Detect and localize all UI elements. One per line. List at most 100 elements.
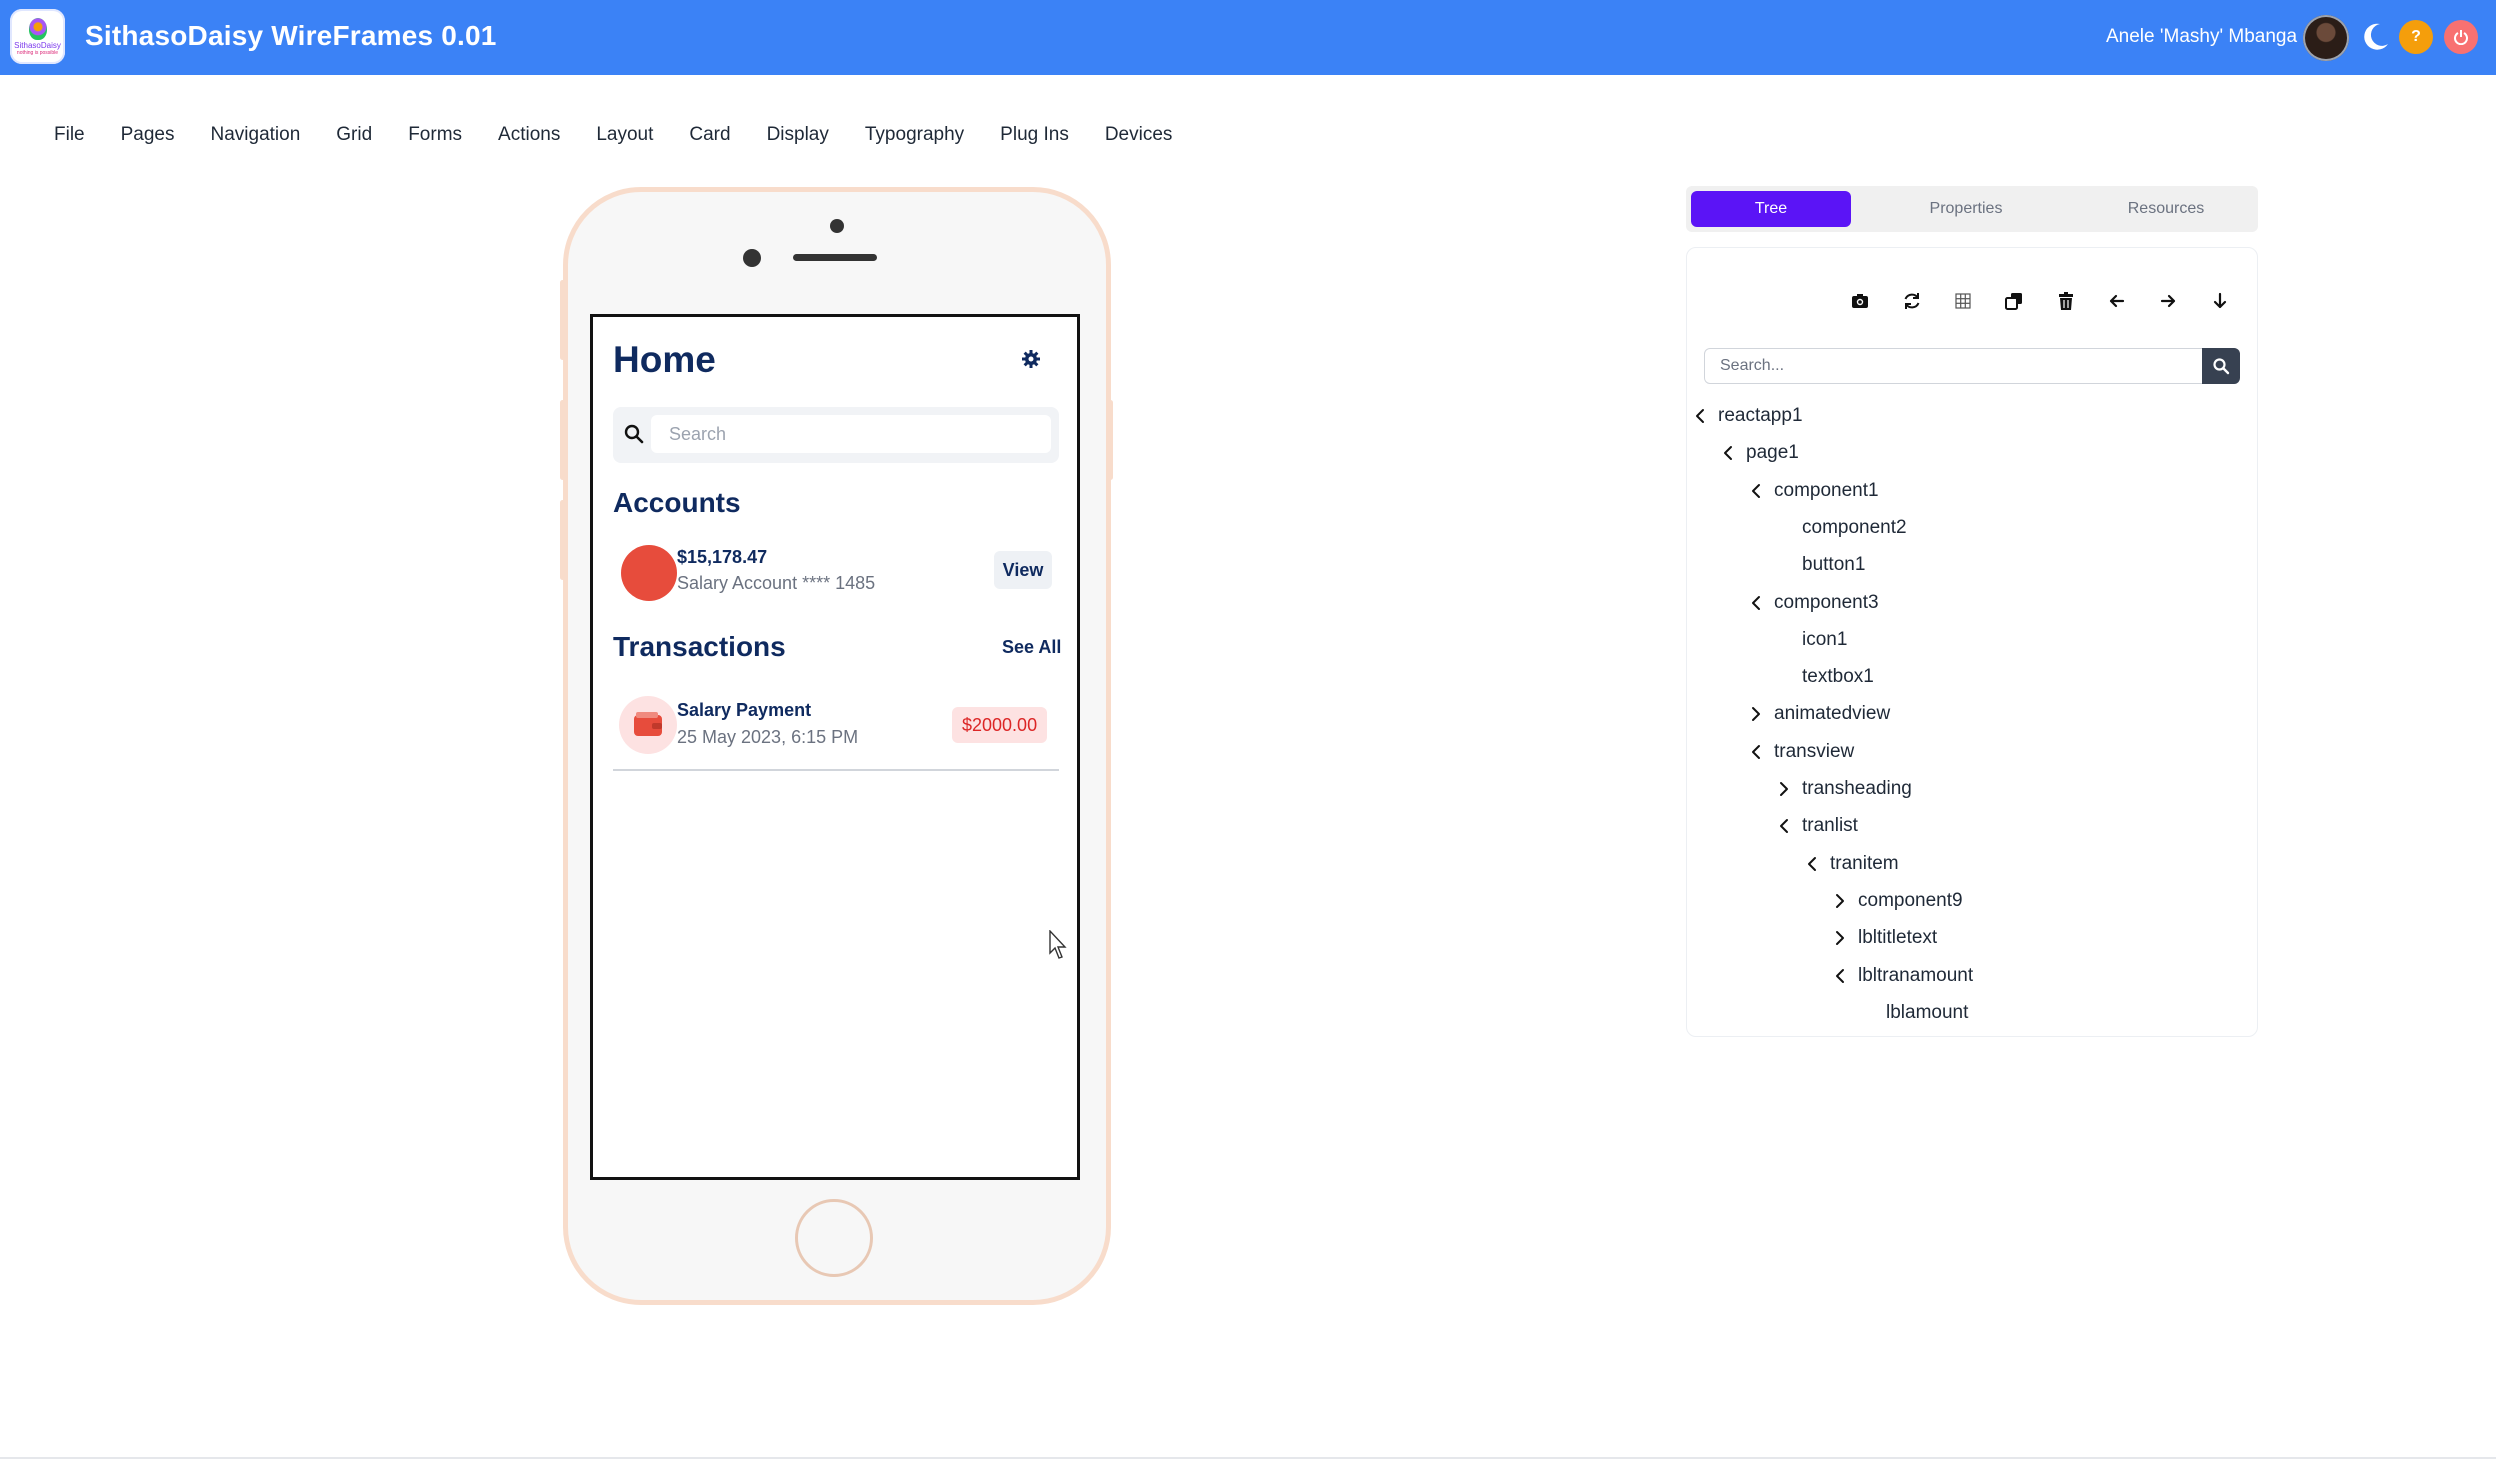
tree-search-button[interactable] [2202, 348, 2240, 384]
chevron-left-icon[interactable] [1774, 816, 1794, 836]
tree-spacer [1774, 667, 1794, 687]
logout-button[interactable] [2444, 20, 2478, 54]
tree-item[interactable]: page1 [1718, 438, 1799, 468]
transaction-title: Salary Payment [677, 700, 812, 720]
logo-tagline: nothing is possible [16, 49, 59, 56]
grid-icon[interactable] [1952, 290, 1974, 312]
tree-item-label: lblamount [1886, 1001, 1969, 1023]
tree-item[interactable]: component1 [1746, 476, 1879, 506]
tree-item[interactable]: textbox1 [1774, 662, 1874, 692]
chevron-left-icon[interactable] [1746, 593, 1766, 613]
tree-item-label: icon1 [1802, 628, 1848, 650]
gear-icon[interactable] [1021, 349, 1041, 369]
tree-spacer [1858, 1003, 1878, 1023]
menu-item-typography[interactable]: Typography [847, 116, 982, 154]
tab-properties[interactable]: Properties [1886, 191, 2046, 227]
arrow-down-icon[interactable] [2209, 290, 2231, 312]
screen-search-input[interactable]: Search [651, 415, 1051, 453]
tree-item[interactable]: lblamount [1858, 998, 1968, 1028]
help-button[interactable]: ? [2399, 20, 2433, 54]
menu-bar: File Pages Navigation Grid Forms Actions… [36, 116, 1190, 154]
trash-icon[interactable] [2055, 290, 2077, 312]
phone-home-button[interactable] [795, 1199, 873, 1277]
divider [613, 769, 1059, 771]
menu-item-layout[interactable]: Layout [578, 116, 671, 154]
tree-item-label: lbltranamount [1858, 964, 1974, 986]
avatar[interactable] [2303, 15, 2349, 61]
tree-item[interactable]: icon1 [1774, 625, 1847, 655]
menu-item-navigation[interactable]: Navigation [193, 116, 319, 154]
chevron-left-icon[interactable] [1718, 443, 1738, 463]
logo-flower-icon [28, 17, 47, 40]
tree-item[interactable]: component9 [1830, 886, 1963, 916]
tab-resources[interactable]: Resources [2086, 191, 2246, 227]
tree-item[interactable]: reactapp1 [1690, 401, 1803, 431]
menu-item-display[interactable]: Display [749, 116, 847, 154]
chevron-left-icon[interactable] [1690, 406, 1710, 426]
arrow-left-icon[interactable] [2106, 290, 2128, 312]
camera-icon[interactable] [1849, 290, 1871, 312]
divider [0, 1457, 2496, 1459]
menu-item-forms[interactable]: Forms [390, 116, 480, 154]
tree-item[interactable]: button1 [1774, 550, 1865, 580]
power-icon [2454, 30, 2468, 45]
tree-item-label: component9 [1858, 889, 1963, 911]
tab-tree[interactable]: Tree [1691, 191, 1851, 227]
menu-item-plugins[interactable]: Plug Ins [982, 116, 1087, 154]
transaction-avatar [619, 696, 677, 754]
tree-item[interactable]: lbltitletext [1830, 923, 1937, 953]
transaction-date: 25 May 2023, 6:15 PM [677, 727, 859, 747]
tree-item[interactable]: lbltranamount [1830, 961, 1973, 991]
tree-item-label: component3 [1774, 591, 1879, 613]
tree-search-input[interactable]: Search... [1704, 348, 2240, 384]
tree-item[interactable]: animatedview [1746, 699, 1890, 729]
menu-item-devices[interactable]: Devices [1087, 116, 1191, 154]
tree-spacer [1774, 518, 1794, 538]
transactions-title: Transactions [613, 631, 786, 662]
tree-item[interactable]: tranlist [1774, 811, 1858, 841]
tree-item[interactable]: tranitem [1802, 849, 1899, 879]
refresh-icon[interactable] [1901, 290, 1923, 312]
chevron-left-icon[interactable] [1802, 854, 1822, 874]
tree-item-label: component2 [1802, 516, 1907, 538]
tree-item[interactable]: component3 [1746, 588, 1879, 618]
chevron-right-icon[interactable] [1830, 891, 1850, 911]
menu-item-pages[interactable]: Pages [103, 116, 193, 154]
menu-item-grid[interactable]: Grid [318, 116, 390, 154]
tree-item[interactable]: transheading [1774, 774, 1912, 804]
chevron-left-icon[interactable] [1746, 742, 1766, 762]
wallet-icon [634, 712, 662, 736]
menu-item-actions[interactable]: Actions [480, 116, 578, 154]
moon-icon[interactable] [2358, 20, 2392, 54]
screen-title: Home [613, 339, 716, 380]
phone-side-button [560, 500, 565, 580]
tree-spacer [1774, 555, 1794, 575]
app-logo[interactable]: SithasoDaisy nothing is possible [10, 9, 65, 64]
accounts-title: Accounts [613, 487, 741, 518]
copy-icon[interactable] [2003, 290, 2025, 312]
see-all-link[interactable]: See All [1002, 637, 1061, 658]
chevron-right-icon[interactable] [1746, 704, 1766, 724]
logo-text: SithasoDaisy [14, 40, 61, 50]
app-title: SithasoDaisy WireFrames 0.01 [85, 20, 497, 51]
chevron-left-icon[interactable] [1746, 481, 1766, 501]
chevron-right-icon[interactable] [1774, 779, 1794, 799]
chevron-right-icon[interactable] [1830, 928, 1850, 948]
tree-item[interactable]: transview [1746, 737, 1854, 767]
tree-item-label: transview [1774, 740, 1855, 762]
chevron-left-icon[interactable] [1830, 966, 1850, 986]
view-button[interactable]: View [994, 551, 1052, 589]
menu-item-card[interactable]: Card [671, 116, 748, 154]
phone-speaker [793, 254, 877, 261]
menu-item-file[interactable]: File [36, 116, 103, 154]
account-subtitle: Salary Account **** 1485 [677, 573, 876, 593]
screen-search-bar: Search [613, 407, 1059, 463]
tree-item-label: transheading [1802, 778, 1912, 799]
account-amount: $15,178.47 [677, 547, 768, 567]
arrow-right-icon[interactable] [2157, 290, 2179, 312]
phone-side-button [560, 400, 565, 480]
tree-item-label: lbltitletext [1858, 927, 1938, 949]
phone-sensor [743, 249, 761, 267]
tree-item[interactable]: component2 [1774, 513, 1907, 543]
transaction-amount-badge: $2000.00 [952, 707, 1048, 743]
